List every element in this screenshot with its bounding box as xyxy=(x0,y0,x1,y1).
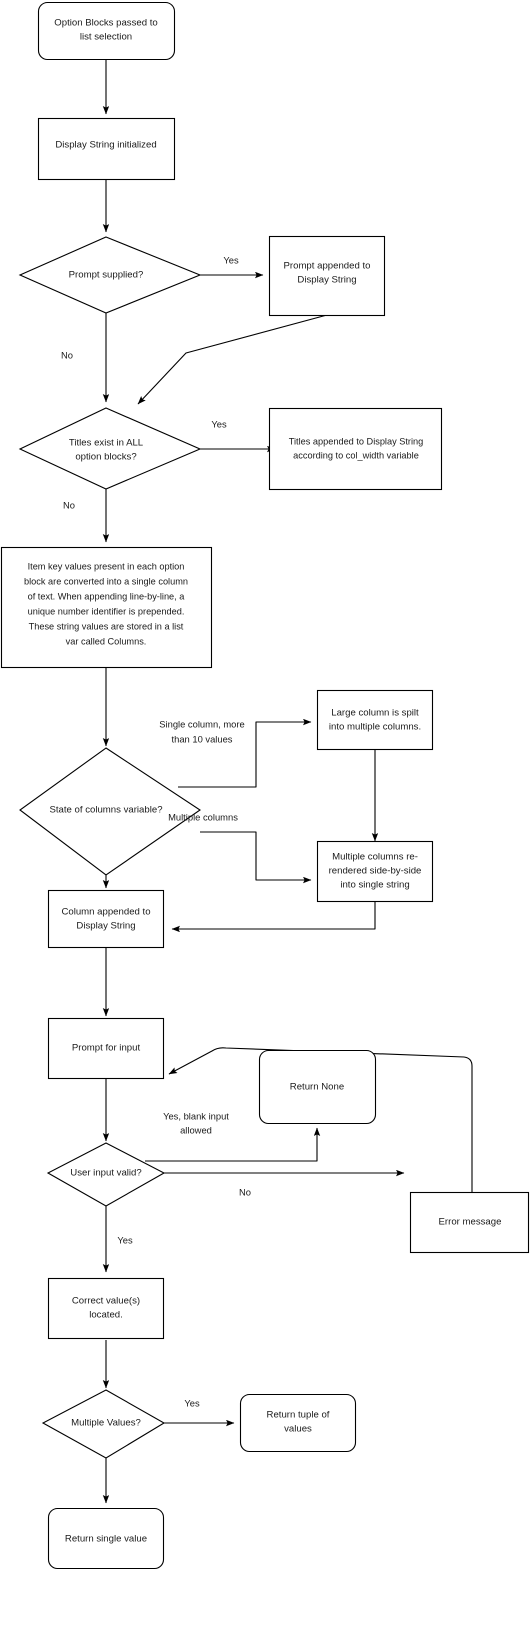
node-titles-appended-label-line2: according to col_width variable xyxy=(293,450,419,460)
node-error-message[interactable]: Error message Error message xyxy=(409,1191,530,1254)
edge-label-multiple-values-yes: Yes xyxy=(184,1397,200,1408)
edge-label-prompt-supplied-yes: Yes xyxy=(223,254,239,265)
edge-label-state-single-column-line2: than 10 values xyxy=(172,733,233,744)
node-prompt-appended-label-line2: Display String xyxy=(297,275,356,286)
flowchart-svg: Option Blocks passed to list selection D… xyxy=(0,1,530,1570)
node-titles-appended-label-line1: Titles appended to Display String xyxy=(289,436,423,446)
node-column-appended[interactable]: Column appended to Display String xyxy=(47,889,165,949)
node-correct-values-located[interactable]: Correct value(s) located. xyxy=(47,1277,165,1340)
node-return-tuple-label-line2: values xyxy=(284,1424,312,1435)
node-correct-values-located-label-line2: located. xyxy=(89,1310,123,1321)
node-column-appended-shape[interactable] xyxy=(47,889,165,949)
node-multiple-columns-rendered-label-line2: rendered side-by-side xyxy=(329,866,422,877)
edge-label-state-multiple-columns: Multiple columns xyxy=(168,811,238,822)
node-large-column-split-shape[interactable] xyxy=(316,689,434,751)
node-titles-exist-label-line2: option blocks? xyxy=(75,452,136,463)
node-start-label-line2: list selection xyxy=(80,32,132,43)
node-prompt-appended[interactable]: Prompt appended to Display String xyxy=(268,235,386,317)
node-correct-values-located-shape[interactable] xyxy=(47,1277,165,1340)
node-state-of-columns-label: State of columns variable? xyxy=(49,805,162,816)
node-return-tuple[interactable]: Return tuple of values xyxy=(239,1393,357,1453)
node-multiple-columns-rendered-label-line3: into single string xyxy=(340,880,409,891)
node-large-column-split-label-line1: Large column is spilt xyxy=(331,708,419,719)
node-multiple-values[interactable]: Multiple Values? xyxy=(41,1389,166,1459)
node-return-none[interactable]: Return None xyxy=(258,1049,377,1125)
node-return-none-label: Return None xyxy=(290,1082,344,1093)
edge-label-titles-exist-yes: Yes xyxy=(211,418,227,429)
node-return-single[interactable]: Return single value xyxy=(47,1507,165,1570)
node-large-column-split-label-line2: into multiple columns. xyxy=(329,722,421,733)
node-item-key-values-label-line5: These string values are stored in a list xyxy=(29,621,184,631)
node-prompt-for-input-label: Prompt for input xyxy=(72,1043,141,1054)
node-item-key-values-label-line4: unique number identifier is prepended. xyxy=(28,606,185,616)
node-item-key-values-label-line2: block are converted into a single column xyxy=(24,576,188,586)
edge-label-prompt-supplied-no: No xyxy=(61,349,73,360)
node-display-string-init-label: Display String initialized xyxy=(55,140,156,151)
node-correct-values-located-label-line1: Correct value(s) xyxy=(72,1296,140,1307)
node-start-label-line1: Option Blocks passed to xyxy=(54,18,157,29)
edge-state-multiple-columns xyxy=(200,831,312,884)
node-titles-exist-label-line1: Titles exist in ALL xyxy=(69,438,144,449)
node-column-appended-label-line1: Column appended to xyxy=(61,907,150,918)
node-return-single-label: Return single value xyxy=(65,1534,147,1545)
node-display-string-init[interactable]: Display String initialized xyxy=(37,117,176,181)
node-prompt-supplied-label: Prompt supplied? xyxy=(69,270,144,281)
node-multiple-values-label: Multiple Values? xyxy=(71,1418,141,1429)
node-prompt-appended-label-line1: Prompt appended to xyxy=(284,261,371,272)
node-item-key-values[interactable]: Item key values present in each option b… xyxy=(0,546,213,669)
node-multiple-columns-rendered[interactable]: Multiple columns re- rendered side-by-si… xyxy=(316,840,434,903)
node-item-key-values-label-line6: var called Columns. xyxy=(66,636,147,646)
edge-label-input-valid-blank-line1: Yes, blank input xyxy=(163,1110,229,1121)
edge-state-single-column xyxy=(178,718,312,788)
node-large-column-split[interactable]: Large column is spilt into multiple colu… xyxy=(316,689,434,751)
node-prompt-for-input[interactable]: Prompt for input xyxy=(47,1017,165,1080)
node-column-appended-label-line2: Display String xyxy=(76,921,135,932)
node-titles-exist[interactable]: Titles exist in ALL option blocks? xyxy=(18,407,202,490)
node-item-key-values-label-line3: of text. When appending line-by-line, a xyxy=(28,591,186,601)
edge-label-input-valid-yes: Yes xyxy=(117,1234,133,1245)
edge-label-titles-exist-no: No xyxy=(63,499,75,510)
node-multiple-columns-rendered-label-line1: Multiple columns re- xyxy=(332,852,418,863)
edge-label-input-valid-blank-line2: allowed xyxy=(180,1124,212,1135)
edge-prompt-appended-to-titles xyxy=(137,314,328,405)
edge-input-valid-blank-to-return-none xyxy=(145,1127,321,1162)
node-prompt-supplied[interactable]: Prompt supplied? xyxy=(18,236,202,314)
node-titles-appended-shape[interactable] xyxy=(268,407,443,491)
node-titles-appended[interactable]: Titles appended to Display String accord… xyxy=(268,407,443,491)
node-start[interactable]: Option Blocks passed to list selection xyxy=(37,1,176,61)
node-error-message-text: Error message xyxy=(439,1217,502,1228)
node-user-input-valid-label: User input valid? xyxy=(70,1168,141,1179)
flowchart-canvas: Option Blocks passed to list selection D… xyxy=(0,0,531,1631)
node-user-input-valid[interactable]: User input valid? xyxy=(46,1142,166,1207)
node-item-key-values-label-line1: Item key values present in each option xyxy=(28,561,185,571)
node-return-tuple-label-line1: Return tuple of xyxy=(267,1410,330,1421)
edge-label-input-valid-no: No xyxy=(239,1186,251,1197)
edge-label-state-single-column-line1: Single column, more xyxy=(159,718,244,729)
